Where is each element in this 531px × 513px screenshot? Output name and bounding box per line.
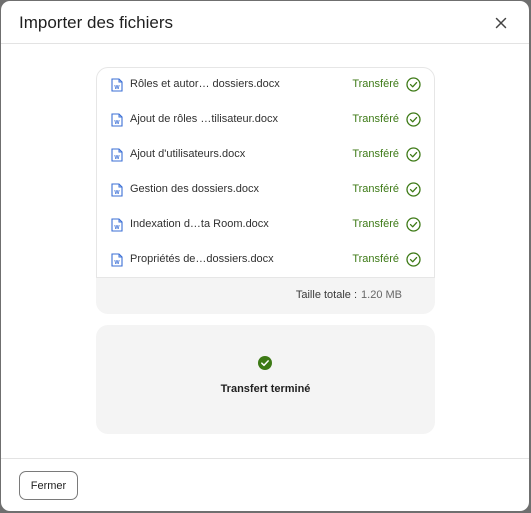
transfer-status-label: Transfert terminé xyxy=(220,383,311,395)
dialog-title: Importer des fichiers xyxy=(19,13,173,32)
svg-text:W: W xyxy=(114,85,120,91)
file-row: W Rôles et autor… dossiers.docx Transfér… xyxy=(97,68,434,103)
word-document-icon: W xyxy=(111,148,123,162)
close-icon[interactable] xyxy=(493,15,509,31)
file-row: W Propriétés de…dossiers.docx Transféré xyxy=(97,243,434,278)
total-size-value: 1.20 MB xyxy=(361,289,402,301)
file-status: Transféré xyxy=(352,148,399,160)
file-status: Transféré xyxy=(352,218,399,230)
word-document-icon: W xyxy=(111,218,123,232)
word-document-icon: W xyxy=(111,78,123,92)
dialog-footer: Fermer xyxy=(1,458,529,511)
svg-text:W: W xyxy=(114,260,120,266)
file-status: Transféré xyxy=(352,113,399,125)
file-row: W Ajout d'utilisateurs.docx Transféré xyxy=(97,138,434,173)
check-circle-outline-icon xyxy=(406,182,421,197)
file-name: Ajout de rôles …tilisateur.docx xyxy=(130,113,278,125)
total-size: Taille totale :1.20 MB xyxy=(296,289,402,301)
file-status: Transféré xyxy=(352,78,399,90)
check-circle-outline-icon xyxy=(406,252,421,267)
file-panel: W Rôles et autor… dossiers.docx Transfér… xyxy=(96,67,435,314)
dialog-header: Importer des fichiers xyxy=(1,1,529,44)
file-row: W Gestion des dossiers.docx Transféré xyxy=(97,173,434,208)
total-size-label: Taille totale : xyxy=(295,289,358,301)
file-row: W Indexation d…ta Room.docx Transféré xyxy=(97,208,434,243)
file-row: W Ajout de rôles …tilisateur.docx Transf… xyxy=(97,103,434,138)
file-list: W Rôles et autor… dossiers.docx Transfér… xyxy=(96,67,435,278)
file-status: Transféré xyxy=(352,253,399,265)
check-circle-outline-icon xyxy=(406,147,421,162)
check-circle-icon xyxy=(258,356,272,370)
check-circle-outline-icon xyxy=(406,217,421,232)
check-circle-outline-icon xyxy=(406,77,421,92)
file-name: Indexation d…ta Room.docx xyxy=(130,218,269,230)
import-dialog: Importer des fichiers W Rôles et autor… … xyxy=(1,1,529,511)
svg-text:W: W xyxy=(114,225,120,231)
close-button[interactable]: Fermer xyxy=(19,471,78,500)
file-name: Gestion des dossiers.docx xyxy=(130,183,260,195)
file-name: Ajout d'utilisateurs.docx xyxy=(130,148,246,160)
check-circle-outline-icon xyxy=(406,112,421,127)
word-document-icon: W xyxy=(111,113,123,127)
svg-text:W: W xyxy=(114,120,120,126)
file-name: Rôles et autor… dossiers.docx xyxy=(130,78,280,90)
word-document-icon: W xyxy=(111,183,123,197)
svg-text:W: W xyxy=(114,190,120,196)
transfer-status-panel: Transfert terminé xyxy=(96,325,435,434)
word-document-icon: W xyxy=(111,253,123,267)
file-name: Propriétés de…dossiers.docx xyxy=(130,253,274,265)
file-status: Transféré xyxy=(352,183,399,195)
svg-text:W: W xyxy=(114,155,120,161)
